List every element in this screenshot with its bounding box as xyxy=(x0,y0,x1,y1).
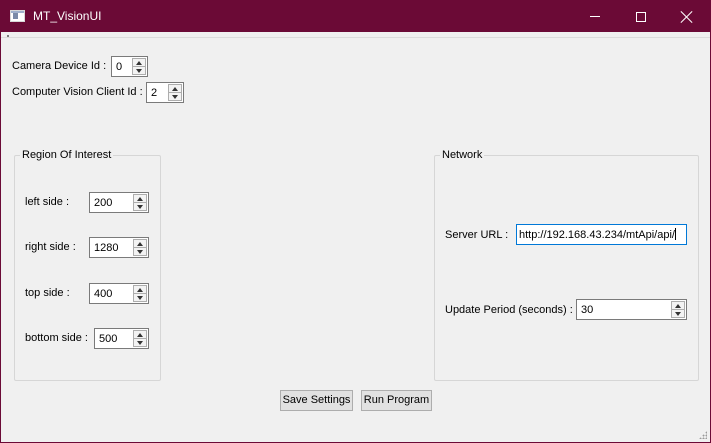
spin-up-icon[interactable] xyxy=(137,333,143,337)
spin-up-icon[interactable] xyxy=(137,197,143,201)
run-program-button[interactable]: Run Program xyxy=(361,390,432,411)
spin-arrows[interactable] xyxy=(133,239,147,256)
roi-group-title: Region Of Interest xyxy=(20,148,114,162)
spin-down-icon[interactable] xyxy=(137,296,143,300)
left-side-spinbox[interactable]: 200 xyxy=(89,192,149,213)
spin-down-icon[interactable] xyxy=(136,69,142,73)
spin-down-icon[interactable] xyxy=(675,312,681,316)
server-url-value[interactable]: http://192.168.43.234/mtApi/api/ xyxy=(519,228,676,242)
spin-arrows[interactable] xyxy=(133,194,147,211)
window-title: MT_VisionUI xyxy=(33,9,102,23)
bottom-side-label: bottom side : xyxy=(25,332,88,344)
server-url-input[interactable]: http://192.168.43.234/mtApi/api/ xyxy=(516,224,687,245)
cv-client-id-label: Computer Vision Client Id : xyxy=(12,86,143,98)
minimize-icon xyxy=(590,16,600,17)
text-caret xyxy=(674,228,676,240)
menu-bar xyxy=(1,32,710,38)
cv-client-id-spinbox[interactable]: 2 xyxy=(146,82,184,103)
spin-down-icon[interactable] xyxy=(137,341,143,345)
spin-down-icon[interactable] xyxy=(137,250,143,254)
spin-down-icon[interactable] xyxy=(137,205,143,209)
save-settings-button[interactable]: Save Settings xyxy=(280,390,353,411)
top-side-spinbox[interactable]: 400 xyxy=(89,283,149,304)
spin-arrows[interactable] xyxy=(671,301,685,318)
minimize-button[interactable] xyxy=(572,1,618,32)
app-window-icon xyxy=(10,10,25,22)
top-side-label: top side : xyxy=(25,287,70,299)
right-side-spinbox[interactable]: 1280 xyxy=(89,237,149,258)
spin-up-icon[interactable] xyxy=(675,304,681,308)
top-side-value[interactable]: 400 xyxy=(94,287,112,301)
spin-arrows[interactable] xyxy=(133,330,147,347)
network-group: Network xyxy=(434,148,699,381)
cv-client-id-value[interactable]: 2 xyxy=(151,86,157,100)
resize-grip-icon[interactable] xyxy=(699,431,707,439)
spin-down-icon[interactable] xyxy=(172,95,178,99)
camera-device-id-value[interactable]: 0 xyxy=(116,60,122,74)
right-side-label: right side : xyxy=(25,241,76,253)
update-period-spinbox[interactable]: 30 xyxy=(576,299,687,320)
close-button[interactable] xyxy=(664,1,710,32)
bottom-side-spinbox[interactable]: 500 xyxy=(94,328,149,349)
left-side-label: left side : xyxy=(25,196,70,208)
maximize-button[interactable] xyxy=(618,1,664,32)
spin-arrows[interactable] xyxy=(132,58,146,75)
close-icon xyxy=(681,11,693,23)
title-bar[interactable]: MT_VisionUI xyxy=(1,1,710,32)
bottom-side-value[interactable]: 500 xyxy=(99,332,117,346)
spin-up-icon[interactable] xyxy=(136,61,142,65)
spin-up-icon[interactable] xyxy=(137,242,143,246)
camera-device-id-spinbox[interactable]: 0 xyxy=(111,56,148,77)
spin-arrows[interactable] xyxy=(133,285,147,302)
menu-handle-icon xyxy=(7,35,9,37)
server-url-text[interactable]: http://192.168.43.234/mtApi/api/ xyxy=(519,229,675,241)
left-side-value[interactable]: 200 xyxy=(94,196,112,210)
main-window: MT_VisionUI Camera Device Id : 0 Compute… xyxy=(0,0,711,443)
camera-device-id-label: Camera Device Id : xyxy=(12,60,107,72)
maximize-icon xyxy=(636,11,646,22)
network-group-title: Network xyxy=(440,148,485,162)
server-url-label: Server URL : xyxy=(445,229,509,241)
spin-arrows[interactable] xyxy=(168,84,182,101)
spin-up-icon[interactable] xyxy=(137,288,143,292)
spin-up-icon[interactable] xyxy=(172,87,178,91)
update-period-value[interactable]: 30 xyxy=(581,303,593,317)
update-period-label: Update Period (seconds) : xyxy=(445,304,573,316)
right-side-value[interactable]: 1280 xyxy=(94,241,118,255)
